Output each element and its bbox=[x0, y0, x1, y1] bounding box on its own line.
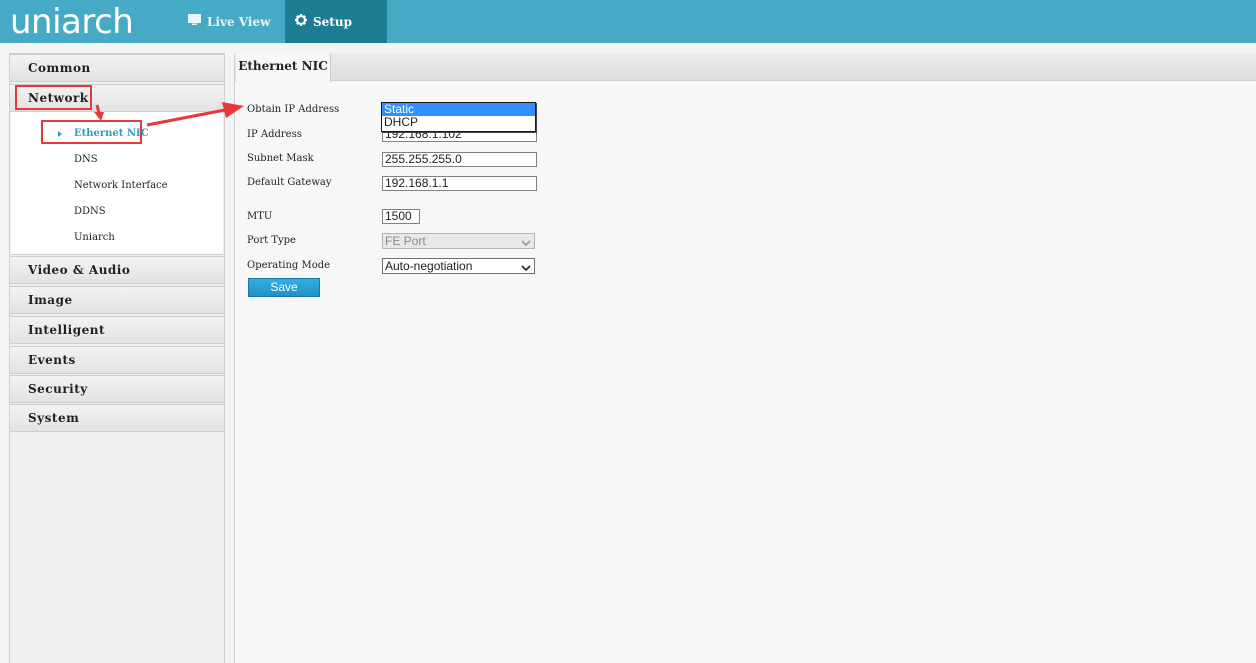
annotation-arrows bbox=[94, 102, 244, 127]
